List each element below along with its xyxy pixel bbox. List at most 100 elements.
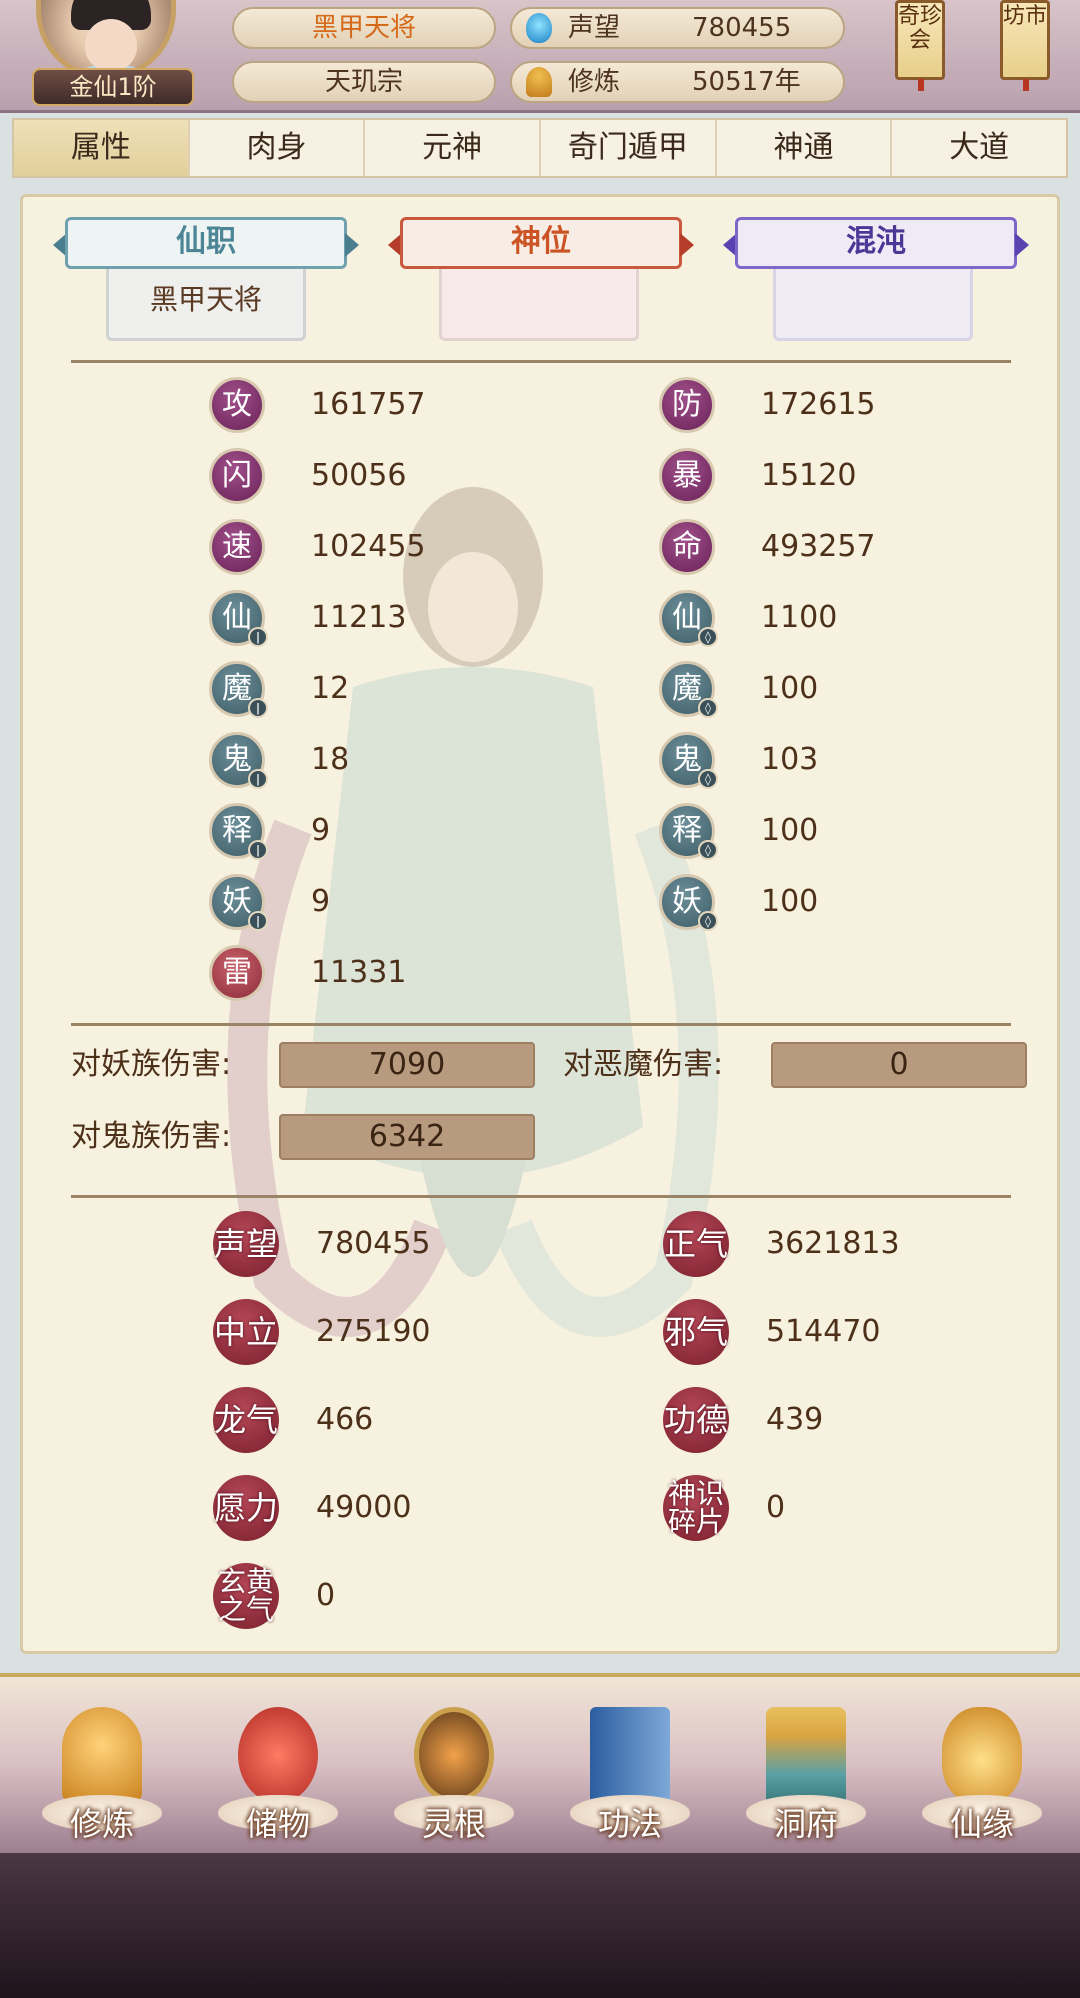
tab-qimen[interactable]: 奇门遁甲 (541, 120, 717, 176)
reputation-gem-icon (526, 13, 552, 43)
tab-divine-powers[interactable]: 神通 (717, 120, 893, 176)
nav-spirit-root[interactable]: 灵根 (394, 1707, 514, 1847)
soul-fragment-badge: 神识碎片 (663, 1475, 729, 1541)
speed-value: 102455 (311, 529, 426, 564)
ghost-damage-value: 6342 (279, 1114, 535, 1160)
shield-icon: ◊ (698, 698, 718, 718)
ghost-damage-label: 对鬼族伤害: (71, 1119, 232, 1154)
hundun-slot (773, 269, 973, 341)
ghost-attack-value: 18 (311, 742, 350, 777)
immortal-attack-badge: 仙ǀ (209, 590, 268, 647)
crit-badge: 暴 (659, 448, 715, 504)
thunder-badge: 雷 (209, 945, 265, 1001)
defense-value: 172615 (761, 387, 876, 422)
sword-icon: ǀ (248, 911, 268, 931)
yao-attack-value: 9 (311, 884, 331, 919)
bottom-decor-strip (0, 1853, 1080, 1998)
tab-spirit[interactable]: 元神 (365, 120, 542, 176)
xianzhi-banner[interactable]: 仙职 (53, 217, 359, 273)
neutral-value: 275190 (316, 1314, 431, 1349)
xianzhi-slot: 黑甲天将 (106, 269, 306, 341)
xuanhuang-qi-badge: 玄黄之气 (213, 1563, 279, 1629)
demon-defense-badge: 魔 ◊ (659, 661, 718, 718)
shenwei-banner[interactable]: 神位 (388, 217, 694, 273)
buddha-attack-badge: 释ǀ (209, 803, 268, 860)
scripture-book-icon (590, 1707, 670, 1803)
merit-value: 439 (766, 1402, 824, 1437)
yao-damage-value: 7090 (279, 1042, 535, 1088)
evil-qi-value: 514470 (766, 1314, 881, 1349)
shield-icon: ◊ (698, 911, 718, 931)
tab-attributes[interactable]: 属性 (14, 120, 190, 176)
nav-cultivate[interactable]: 修炼 (42, 1707, 162, 1847)
sword-icon: ǀ (248, 840, 268, 860)
chevron-right-icon (1015, 233, 1029, 257)
righteous-qi-badge: 正气 (663, 1211, 729, 1277)
reputation-resource-value: 780455 (316, 1226, 431, 1261)
player-sect: 天玑宗 (232, 61, 496, 103)
merit-badge: 功德 (663, 1387, 729, 1453)
hundun-banner[interactable]: 混沌 (723, 217, 1029, 273)
righteous-qi-value: 3621813 (766, 1226, 900, 1261)
dragon-qi-badge: 龙气 (213, 1387, 279, 1453)
tab-bar: 属性 肉身 元神 奇门遁甲 神通 大道 (12, 118, 1068, 178)
yao-defense-value: 100 (761, 884, 819, 919)
immortal-defense-value: 1100 (761, 600, 838, 635)
crit-value: 15120 (761, 458, 857, 493)
thunder-value: 11331 (311, 955, 407, 990)
willpower-badge: 愿力 (213, 1475, 279, 1541)
pavilion-icon (766, 1707, 846, 1803)
dodge-value: 50056 (311, 458, 407, 493)
nav-techniques[interactable]: 功法 (570, 1707, 690, 1847)
divider (71, 360, 1011, 363)
hp-badge: 命 (659, 519, 715, 575)
divider (71, 1195, 1011, 1198)
treasure-bag-icon (238, 1707, 318, 1803)
nav-fate[interactable]: 仙缘 (922, 1707, 1042, 1847)
reputation-badge: 声望 (213, 1211, 279, 1277)
nav-storage[interactable]: 储物 (218, 1707, 338, 1847)
hundun-label: 混沌 (846, 224, 906, 259)
shield-icon: ◊ (698, 840, 718, 860)
nav-cave-abode[interactable]: 洞府 (746, 1707, 866, 1847)
sword-icon: ǀ (248, 627, 268, 647)
gourd-icon (942, 1707, 1022, 1803)
demon-attack-badge: 魔ǀ (209, 661, 268, 718)
rank-badge: 金仙1阶 (32, 68, 194, 106)
reputation-pill: 声望 780455 (510, 7, 845, 49)
ghost-defense-badge: 鬼 ◊ (659, 732, 718, 789)
attributes-panel: 仙职 黑甲天将 神位 混沌 攻 161757 闪 50056 速 102455 … (20, 194, 1060, 1654)
yao-damage-label: 对妖族伤害: (71, 1047, 232, 1082)
speed-badge: 速 (209, 519, 265, 575)
cultivation-pill: 修炼 50517年 (510, 61, 845, 103)
buddha-defense-badge: 释 ◊ (659, 803, 718, 860)
divider (71, 1023, 1011, 1026)
reputation-label: 声望 (568, 13, 621, 43)
ghost-defense-value: 103 (761, 742, 819, 777)
neutral-badge: 中立 (213, 1299, 279, 1365)
demon-attack-value: 12 (311, 671, 350, 706)
dragon-qi-value: 466 (316, 1402, 374, 1437)
top-header: 金仙1阶 黑甲天将 天玑宗 声望 780455 修炼 50517年 奇珍会 坊市 (0, 0, 1080, 113)
defense-badge: 防 (659, 377, 715, 433)
immortal-defense-badge: 仙 ◊ (659, 590, 718, 647)
tab-great-dao[interactable]: 大道 (892, 120, 1066, 176)
reputation-value: 780455 (692, 13, 792, 43)
chevron-right-icon (345, 233, 359, 257)
sword-icon: ǀ (248, 698, 268, 718)
meditation-icon (526, 67, 552, 97)
market-button[interactable]: 坊市 (1000, 0, 1050, 91)
attack-value: 161757 (311, 387, 426, 422)
xianzhi-label: 仙职 (176, 224, 236, 259)
shenwei-slot (439, 269, 639, 341)
shield-icon: ◊ (698, 769, 718, 789)
treasure-fair-button[interactable]: 奇珍会 (895, 0, 945, 91)
shenwei-label: 神位 (511, 224, 571, 259)
soul-fragment-value: 0 (766, 1490, 786, 1525)
buddha-attack-value: 9 (311, 813, 331, 848)
meditating-monk-icon (62, 1707, 142, 1803)
demon-defense-value: 100 (761, 671, 819, 706)
hp-value: 493257 (761, 529, 876, 564)
spirit-root-orb-icon (414, 1707, 494, 1803)
tab-body[interactable]: 肉身 (190, 120, 366, 176)
